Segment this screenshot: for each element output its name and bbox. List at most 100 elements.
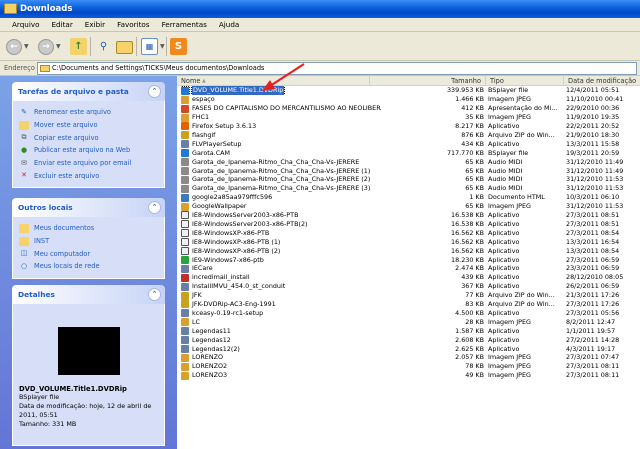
column-header-type[interactable]: Tipo <box>486 76 564 86</box>
app-icon <box>181 344 189 353</box>
file-size: 2.057 KB <box>455 353 484 362</box>
collapse-chevron-icon[interactable]: ⌃ <box>148 85 161 98</box>
file-row[interactable]: Garota_de_Ipanema-Ritmo_Cha_Cha_Cha-Vs-J… <box>177 158 640 167</box>
file-name: IE8-WindowsXP-x86-PTB (1) <box>192 237 281 246</box>
file-row[interactable]: DVD_VOLUME.Title1.DVDRip 339.953 KB BSplay… <box>177 86 640 96</box>
app-shortcut-button[interactable]: S <box>170 37 187 56</box>
file-row[interactable]: Legendas11 1.587 KB Aplicativo 1/1/2011 19:… <box>177 327 640 336</box>
back-button[interactable]: ← ▼ <box>6 37 29 56</box>
file-name-cell: espaço <box>181 95 381 104</box>
title-bar[interactable]: Downloads <box>0 0 640 18</box>
file-row[interactable]: JFK 77 KB Arquivo ZIP do Win... 21/3/2011 1… <box>177 291 640 300</box>
my-computer-link[interactable]: ◫ Meu computador <box>19 247 158 260</box>
copy-link[interactable]: ⧉ Copiar este arquivo <box>19 131 158 144</box>
file-type: Apresentação do Mi... <box>488 104 558 113</box>
file-size: 65 KB <box>465 202 484 211</box>
file-type: Aplicativo <box>488 228 520 237</box>
publish-web-link[interactable]: ● Publicar este arquivo na Web <box>19 144 158 157</box>
file-size: 876 KB <box>461 130 484 139</box>
network-places-link[interactable]: ○ Meus locais de rede <box>19 260 158 273</box>
file-row[interactable]: Garota.CAM 717.770 KB BSplayer file 19/3/20… <box>177 149 640 158</box>
file-row[interactable]: IE8-WindowsXP-x86-PTB 16.562 KB Aplicativo… <box>177 229 640 238</box>
search-button[interactable]: ⚲ <box>95 37 112 56</box>
envelope-icon: ✉ <box>21 158 27 167</box>
file-row[interactable]: FASES DO CAPITALISMO DO MERCANTILISMO AO… <box>177 104 640 113</box>
file-row[interactable]: LC 28 KB Imagem JPEG 8/2/2011 12:47 <box>177 318 640 327</box>
file-row[interactable]: LORENZO3 49 KB Imagem JPEG 27/3/2011 08:11 <box>177 371 640 380</box>
email-link[interactable]: ✉ Enviar este arquivo por email <box>19 157 158 170</box>
file-row[interactable]: IE9-Windows7-x86-ptb 18.230 KB Aplicativo 2… <box>177 256 640 265</box>
panel-header[interactable]: Tarefas de arquivo e pasta ⌃ <box>12 82 165 101</box>
menu-exibir[interactable]: Exibir <box>79 18 111 31</box>
detail-file-name: DVD_VOLUME.Title1.DVDRip <box>19 385 127 393</box>
menu-favoritos[interactable]: Favoritos <box>111 18 155 31</box>
file-name: GoogleWallpaper <box>192 202 247 211</box>
file-row[interactable]: IE8-WindowsXP-x86-PTB (1) 16.562 KB Aplica… <box>177 238 640 247</box>
collapse-chevron-icon[interactable]: ⌃ <box>148 288 161 301</box>
folders-button[interactable] <box>116 37 133 56</box>
rename-icon: ✎ <box>21 107 27 116</box>
file-row[interactable]: InstallIMVU_454.0_st_conduit 367 KB Aplica… <box>177 282 640 291</box>
file-name-cell: FLVPlayerSetup <box>181 140 381 149</box>
file-row[interactable]: JFK-DVDRip-AC3-Eng-1991 83 KB Arquivo ZIP … <box>177 300 640 309</box>
file-row[interactable]: FLVPlayerSetup 434 KB Aplicativo 13/3/2011 … <box>177 140 640 149</box>
menu-ferramentas[interactable]: Ferramentas <box>156 18 213 31</box>
column-header-size[interactable]: Tamanho <box>370 76 486 86</box>
file-date: 31/12/2010 11:53 <box>566 184 624 193</box>
delete-link[interactable]: ✕ Excluir este arquivo <box>19 169 158 182</box>
column-header-name[interactable]: Nome ▲ <box>177 76 370 86</box>
move-link[interactable]: Mover este arquivo <box>19 119 158 132</box>
file-row[interactable]: IE8-WindowsServer2003-x86-PTB(2) 16.538 K… <box>177 220 640 229</box>
file-row[interactable]: flashgif 876 KB Arquivo ZIP do Win... 21/9/… <box>177 131 640 140</box>
file-name: Garota_de_Ipanema-Ritmo_Cha_Cha_Cha-Vs-J… <box>192 157 360 166</box>
inst-link[interactable]: INST <box>19 235 158 248</box>
file-row[interactable]: Garota_de_Ipanema-Ritmo_Cha_Cha_Cha-Vs-J… <box>177 184 640 193</box>
file-row[interactable]: Garota_de_Ipanema-Ritmo_Cha_Cha_Cha-Vs-J… <box>177 175 640 184</box>
file-row[interactable]: google2a85aa979fffc596 1 KB Documento HTML… <box>177 193 640 202</box>
file-row[interactable]: Legendas12 2.608 KB Aplicativo 27/2/2011 14… <box>177 336 640 345</box>
app-icon <box>181 282 189 291</box>
file-row[interactable]: incredimail_install 439 KB Aplicativo 28/12… <box>177 273 640 282</box>
move-icon <box>19 120 29 130</box>
file-row[interactable]: GoogleWallpaper 65 KB Imagem JPEG 31/12/201… <box>177 202 640 211</box>
file-size: 16.562 KB <box>451 228 484 237</box>
file-type: Aplicativo <box>488 326 520 335</box>
file-row[interactable]: LORENZO2 78 KB Imagem JPEG 27/3/2011 08:11 <box>177 362 640 371</box>
up-folder-button[interactable]: ↑ <box>70 37 87 56</box>
file-list[interactable]: Nome ▲ Tamanho Tipo Data de modificação … <box>177 76 640 449</box>
file-size: 339.953 KB <box>446 86 484 95</box>
file-size: 16.538 KB <box>451 211 484 219</box>
file-row[interactable]: LORENZO 2.057 KB Imagem JPEG 27/3/2011 07:4… <box>177 353 640 362</box>
panel-header[interactable]: Detalhes ⌃ <box>12 285 165 304</box>
file-date: 22/2/2011 20:52 <box>566 122 620 130</box>
file-row[interactable]: IECare 2.474 KB Aplicativo 23/3/2011 06:59 <box>177 264 640 273</box>
forward-button[interactable]: → ▼ <box>38 37 61 56</box>
link-label: INST <box>34 237 50 246</box>
file-row[interactable]: IE8-WindowsServer2003-x86-PTB 16.538 KB Ap… <box>177 211 640 220</box>
rename-link[interactable]: ✎ Renomear este arquivo <box>19 106 158 119</box>
midi-icon <box>181 166 189 175</box>
file-row[interactable]: espaço 1.466 KB Imagem JPEG 11/10/2010 00:4… <box>177 95 640 104</box>
panel-header[interactable]: Outros locais ⌃ <box>12 198 165 217</box>
menu-editar[interactable]: Editar <box>46 18 79 31</box>
file-row[interactable]: kceasy-0.19-rc1-setup 4.500 KB Aplicativo 2… <box>177 309 640 318</box>
address-input[interactable]: C:\Documents and Settings\TICKS\Meus doc… <box>37 62 637 75</box>
file-name: IE8-WindowsXP-x86-PTB <box>192 228 270 237</box>
file-date: 1/1/2011 19:57 <box>566 326 616 335</box>
collapse-chevron-icon[interactable]: ⌃ <box>148 201 161 214</box>
file-name-cell: Legendas11 <box>181 327 381 336</box>
delete-x-icon: ✕ <box>21 171 27 180</box>
file-row[interactable]: IE8-WindowsXP-x86-PTB (2) 16.562 KB Aplica… <box>177 247 640 256</box>
file-row[interactable]: Garota_de_Ipanema-Ritmo_Cha_Cha_Cha-Vs-J… <box>177 167 640 176</box>
menu-arquivo[interactable]: Arquivo <box>6 18 46 31</box>
zip-icon <box>181 291 189 300</box>
file-row[interactable]: Firefox Setup 3.6.13 8.217 KB Aplicativo 22… <box>177 122 640 131</box>
column-header-date[interactable]: Data de modificação <box>564 76 640 86</box>
my-documents-link[interactable]: Meus documentos <box>19 222 158 235</box>
menu-ajuda[interactable]: Ajuda <box>213 18 245 31</box>
file-row[interactable]: FHC1 35 KB Imagem JPEG 11/9/2010 19:35 <box>177 113 640 122</box>
copy-icon: ⧉ <box>21 133 27 142</box>
file-row[interactable]: Legendas12(2) 2.625 KB Aplicativo 4/3/2011 … <box>177 345 640 354</box>
views-button[interactable]: ▦ ▼ <box>141 37 165 56</box>
file-type: Aplicativo <box>488 219 520 228</box>
